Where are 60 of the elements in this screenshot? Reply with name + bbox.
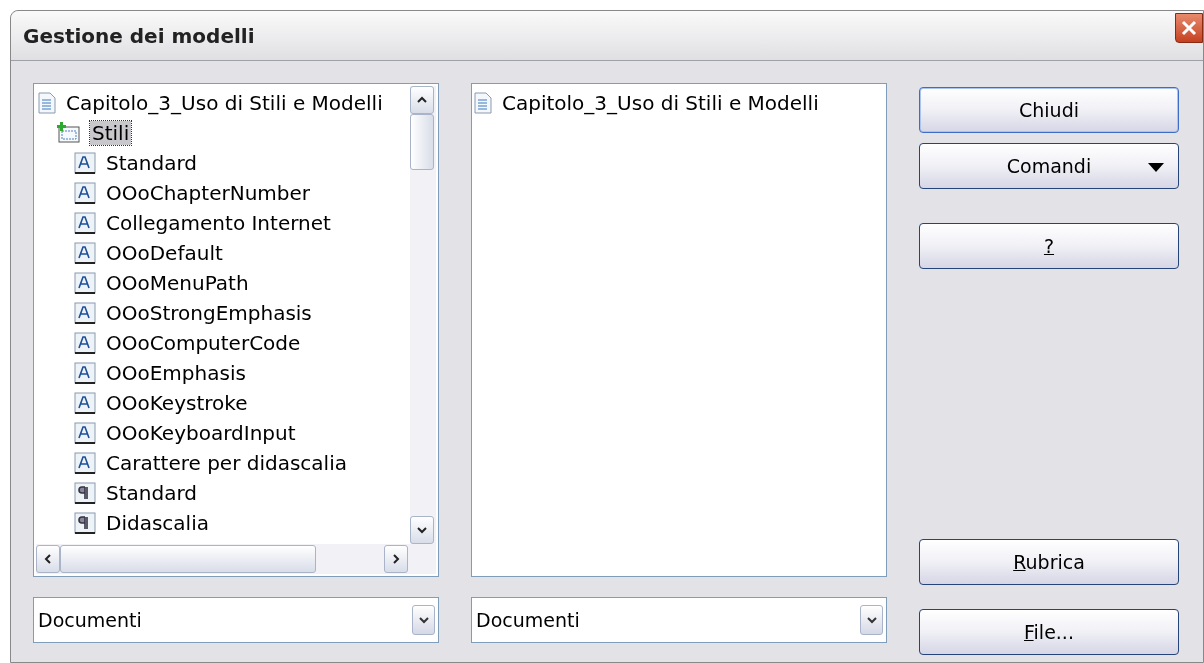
tree-item[interactable]: OOoKeyboardInput <box>104 421 298 445</box>
dialog-button[interactable]: Rubrica <box>919 539 1179 585</box>
chevron-icon <box>417 616 430 624</box>
horizontal-scrollbar[interactable] <box>36 544 436 574</box>
document-icon <box>38 92 56 114</box>
chevron-icon <box>390 553 402 565</box>
scroll-down-button[interactable] <box>410 516 434 544</box>
character-style-icon <box>74 272 96 294</box>
character-style-icon <box>74 452 96 474</box>
window-title: Gestione dei modelli <box>23 22 255 50</box>
paragraph-style-icon <box>74 512 96 534</box>
tree-item[interactable]: OOoDefault <box>104 241 225 265</box>
character-style-icon <box>74 182 96 204</box>
character-style-icon <box>74 332 96 354</box>
character-style-icon <box>74 392 96 414</box>
dropdown-arrow-icon <box>1148 163 1164 172</box>
dropdown-value: Documenti <box>38 607 143 633</box>
character-style-icon <box>74 152 96 174</box>
styles-folder-icon <box>56 121 82 145</box>
chevron-icon <box>42 553 54 565</box>
dialog-button[interactable]: ? <box>919 223 1179 269</box>
tree-item[interactable]: Carattere per didascalia <box>104 451 349 475</box>
tree-item[interactable]: Standard <box>104 151 199 175</box>
tree-item[interactable]: Collegamento Internet <box>104 211 333 235</box>
character-style-icon <box>74 212 96 234</box>
tree-item[interactable]: OOoComputerCode <box>104 331 303 355</box>
dialog-button[interactable]: Comandi <box>919 143 1179 189</box>
tree-item[interactable]: Capitolo_3_Uso di Stili e Modelli <box>64 91 385 115</box>
dialog-button[interactable]: File... <box>919 609 1179 655</box>
dropdown-field[interactable]: Documenti <box>33 597 439 643</box>
tree-item[interactable]: OOoKeystroke <box>104 391 250 415</box>
tree-item[interactable]: OOoEmphasis <box>104 361 248 385</box>
tree-item[interactable]: Stili <box>90 121 132 145</box>
chevron-icon <box>416 524 428 536</box>
tree-item[interactable]: Didascalia <box>104 511 211 535</box>
dialog-button[interactable]: Chiudi <box>919 87 1179 133</box>
dropdown-field[interactable]: Documenti <box>471 597 887 643</box>
dropdown-value: Documenti <box>476 607 581 633</box>
character-style-icon <box>74 422 96 444</box>
close-button[interactable] <box>1175 12 1203 43</box>
document-icon <box>474 92 492 114</box>
tree-item[interactable]: Capitolo_3_Uso di Stili e Modelli <box>500 91 821 115</box>
scroll-left-button[interactable] <box>36 545 60 573</box>
dropdown-arrow-button[interactable] <box>412 605 435 635</box>
tree-item[interactable]: OOoChapterNumber <box>104 181 313 205</box>
tree-item[interactable]: OOoMenuPath <box>104 271 251 295</box>
tree-item[interactable]: Standard <box>104 481 199 505</box>
character-style-icon <box>74 362 96 384</box>
scrollbar-thumb[interactable] <box>60 545 316 573</box>
close-icon <box>1181 19 1197 36</box>
chevron-icon <box>865 616 878 624</box>
scroll-up-button[interactable] <box>410 86 434 114</box>
character-style-icon <box>74 302 96 324</box>
scrollbar-thumb[interactable] <box>410 114 434 170</box>
character-style-icon <box>74 242 96 264</box>
dropdown-arrow-button[interactable] <box>860 605 883 635</box>
vertical-scrollbar[interactable] <box>410 86 436 544</box>
tree-item[interactable]: OOoStrongEmphasis <box>104 301 314 325</box>
scroll-right-button[interactable] <box>384 545 408 573</box>
paragraph-style-icon <box>74 482 96 504</box>
